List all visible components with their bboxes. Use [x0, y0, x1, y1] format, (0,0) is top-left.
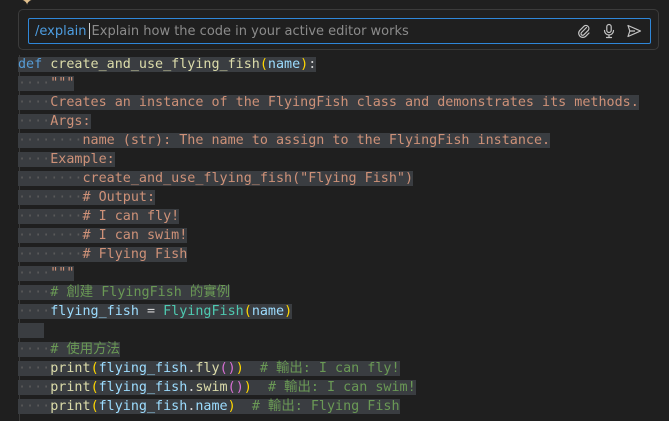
code-line[interactable]: ····"""	[18, 74, 75, 93]
code-line[interactable]: ····Example:	[18, 150, 115, 169]
text-caret	[88, 23, 90, 39]
code-line[interactable]: ········# Output:	[18, 188, 156, 207]
code-line[interactable]: ····# 使用方法	[18, 340, 120, 359]
inline-chat-widget: /explain Explain how the code in your ac…	[18, 9, 659, 50]
sparkle-icon: ✦	[22, 0, 33, 8]
code-line[interactable]: ····flying_fish = FlyingFish(name)	[18, 302, 293, 321]
slash-command: /explain	[35, 23, 87, 39]
microphone-icon[interactable]	[601, 23, 617, 39]
code-line[interactable]	[18, 321, 45, 340]
code-line[interactable]: ········create_and_use_flying_fish("Flyi…	[18, 169, 414, 188]
code-line[interactable]: ········# Flying Fish	[18, 245, 188, 264]
code-line[interactable]: ····print(flying_fish.fly()) # 輸出: I can…	[18, 359, 400, 378]
chat-input[interactable]: /explain Explain how the code in your ac…	[28, 18, 651, 44]
chat-placeholder: Explain how the code in your active edit…	[91, 23, 409, 39]
code-line[interactable]: ········# I can swim!	[18, 226, 188, 245]
editor-scrollbar[interactable]	[660, 55, 669, 421]
code-line[interactable]: ····Args:	[18, 112, 91, 131]
chat-actions	[576, 19, 642, 43]
code-line[interactable]: ····print(flying_fish.swim()) # 輸出: I ca…	[18, 378, 416, 397]
code-line[interactable]: def create_and_use_flying_fish(name):	[18, 55, 317, 74]
code-line[interactable]: ········# I can fly!	[18, 207, 180, 226]
code-line[interactable]: ····"""	[18, 264, 75, 283]
code-editor[interactable]: def create_and_use_flying_fish(name): ···…	[18, 55, 669, 421]
code-line[interactable]: ····Creates an instance of the FlyingFis…	[18, 93, 639, 112]
code-line[interactable]: ····# 創建 FlyingFish 的實例	[18, 283, 231, 302]
send-icon[interactable]	[626, 23, 642, 39]
code-line[interactable]: ····print(flying_fish.name) # 輸出: Flying…	[18, 397, 400, 416]
paperclip-icon[interactable]	[576, 23, 592, 39]
code-line[interactable]: ········name (str): The name to assign t…	[18, 131, 551, 150]
